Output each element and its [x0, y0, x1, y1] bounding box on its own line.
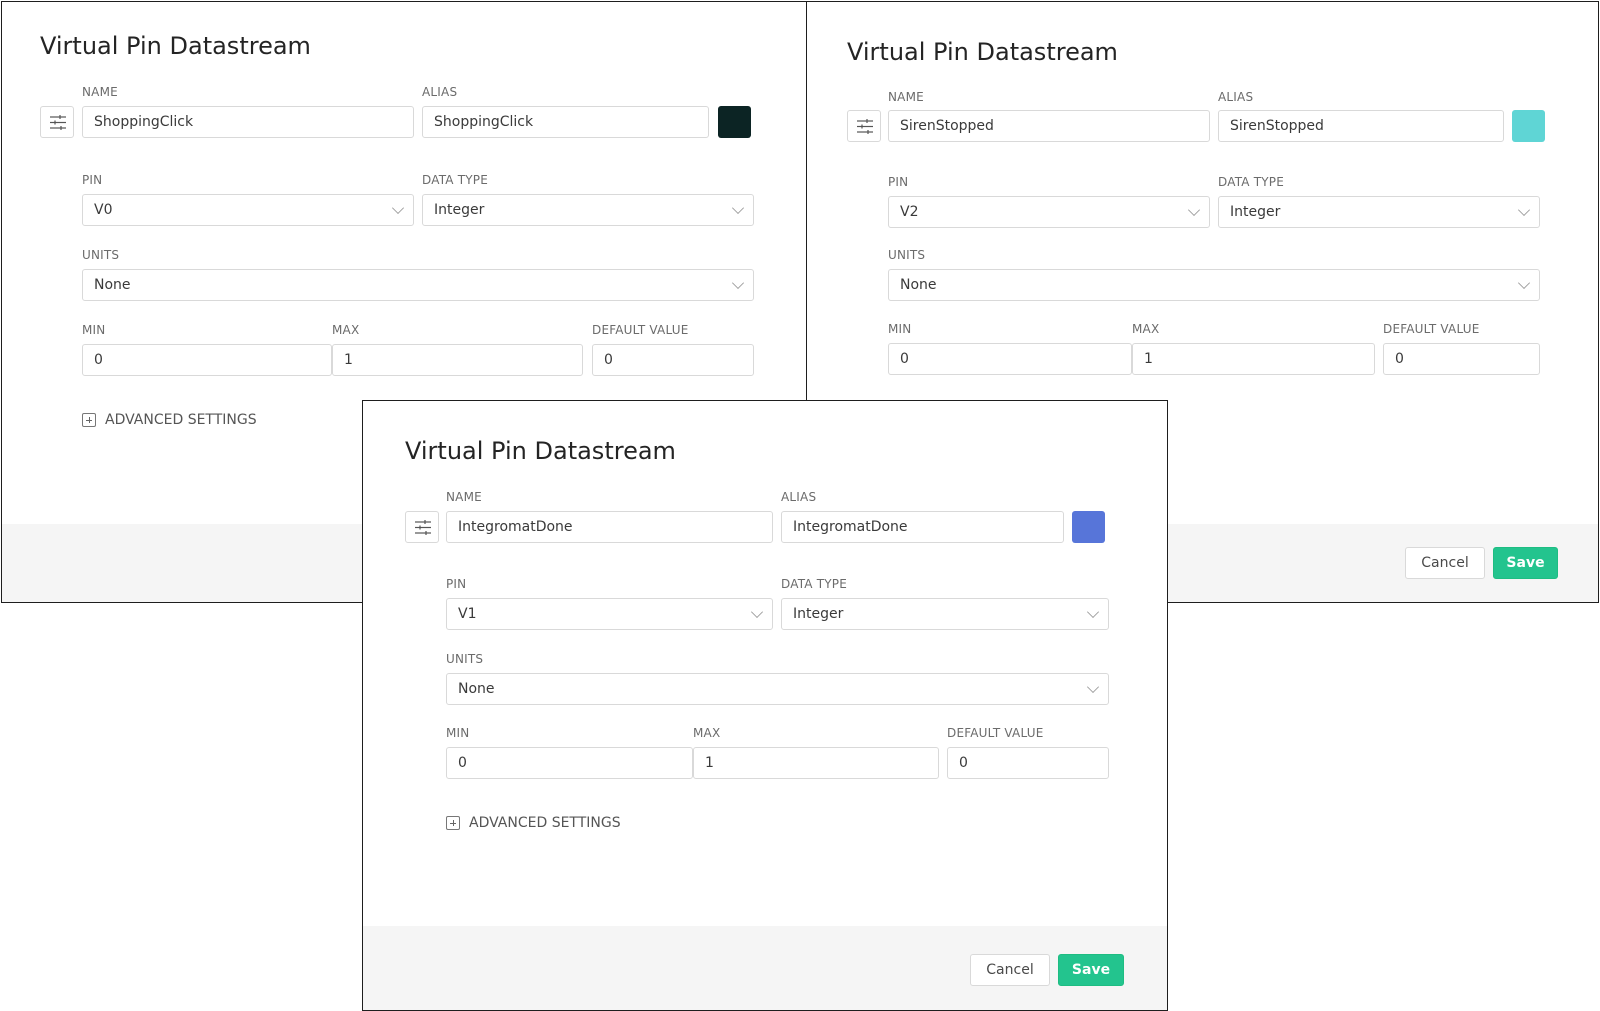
pin-select-value: V1 — [458, 606, 477, 622]
save-button[interactable]: Save — [1493, 547, 1558, 579]
name-label: NAME — [888, 90, 924, 104]
datatype-label: DATA TYPE — [781, 577, 848, 591]
chevron-down-icon — [1086, 605, 1100, 619]
units-label: UNITS — [888, 248, 926, 262]
chevron-down-icon — [750, 605, 764, 619]
chevron-down-icon — [1086, 680, 1100, 694]
min-input[interactable]: 0 — [446, 747, 693, 779]
advanced-settings-label: ADVANCED SETTINGS — [469, 815, 621, 831]
max-input[interactable]: 1 — [1132, 343, 1375, 375]
units-select-value: None — [900, 277, 937, 293]
pin-select[interactable]: V1 — [446, 598, 773, 630]
units-select-value: None — [458, 681, 495, 697]
datatype-select-value: Integer — [1230, 204, 1281, 220]
chevron-down-icon — [731, 276, 745, 290]
pin-label: PIN — [82, 173, 103, 187]
dialog-title: Virtual Pin Datastream — [40, 32, 311, 60]
cancel-button[interactable]: Cancel — [970, 954, 1050, 986]
advanced-settings-label: ADVANCED SETTINGS — [105, 412, 257, 428]
datatype-select[interactable]: Integer — [1218, 196, 1540, 228]
name-input[interactable]: ShoppingClick — [82, 106, 414, 138]
max-label: MAX — [693, 726, 721, 740]
plus-square-icon — [82, 413, 96, 427]
datatype-label: DATA TYPE — [1218, 175, 1285, 189]
default-value-label: DEFAULT VALUE — [947, 726, 1044, 740]
min-input[interactable]: 0 — [888, 343, 1132, 375]
alias-label: ALIAS — [422, 85, 458, 99]
default-value-input[interactable]: 0 — [592, 344, 754, 376]
default-value-label: DEFAULT VALUE — [1383, 322, 1480, 336]
chevron-down-icon — [1517, 276, 1531, 290]
units-select[interactable]: None — [446, 673, 1109, 705]
min-label: MIN — [446, 726, 470, 740]
chevron-down-icon — [1517, 203, 1531, 217]
units-select-value: None — [94, 277, 131, 293]
pin-label: PIN — [888, 175, 909, 189]
color-swatch-button[interactable] — [1512, 110, 1545, 142]
alias-input[interactable]: SirenStopped — [1218, 110, 1504, 142]
default-value-label: DEFAULT VALUE — [592, 323, 689, 337]
max-label: MAX — [1132, 322, 1160, 336]
alias-label: ALIAS — [781, 490, 817, 504]
units-select[interactable]: None — [888, 269, 1540, 301]
alias-label: ALIAS — [1218, 90, 1254, 104]
datastream-settings-button[interactable] — [847, 110, 881, 142]
pin-select-value: V2 — [900, 204, 919, 220]
max-label: MAX — [332, 323, 360, 337]
alias-input[interactable]: ShoppingClick — [422, 106, 709, 138]
min-label: MIN — [888, 322, 912, 336]
pin-label: PIN — [446, 577, 467, 591]
cancel-button[interactable]: Cancel — [1405, 547, 1485, 579]
screenshot-stage: Virtual Pin Datastream NAME ALIAS Shoppi… — [0, 0, 1600, 1011]
alias-input[interactable]: IntegromatDone — [781, 511, 1064, 543]
chevron-down-icon — [1187, 203, 1201, 217]
sliders-icon — [857, 119, 873, 134]
datastream-settings-button[interactable] — [40, 106, 74, 138]
max-input[interactable]: 1 — [693, 747, 939, 779]
plus-square-icon — [446, 816, 460, 830]
sliders-icon — [50, 115, 66, 130]
datastream-settings-button[interactable] — [405, 511, 439, 543]
name-label: NAME — [82, 85, 118, 99]
max-input[interactable]: 1 — [332, 344, 583, 376]
pin-select[interactable]: V0 — [82, 194, 414, 226]
dialog-title: Virtual Pin Datastream — [405, 437, 676, 465]
pin-select[interactable]: V2 — [888, 196, 1210, 228]
sliders-icon — [415, 520, 431, 535]
datatype-select-value: Integer — [793, 606, 844, 622]
datatype-select[interactable]: Integer — [422, 194, 754, 226]
datastream-dialog-integromatdone: Virtual Pin Datastream NAME ALIAS Integr… — [362, 400, 1168, 1011]
name-input[interactable]: IntegromatDone — [446, 511, 773, 543]
default-value-input[interactable]: 0 — [947, 747, 1109, 779]
chevron-down-icon — [731, 201, 745, 215]
datatype-select[interactable]: Integer — [781, 598, 1109, 630]
min-input[interactable]: 0 — [82, 344, 332, 376]
units-label: UNITS — [82, 248, 120, 262]
units-label: UNITS — [446, 652, 484, 666]
dialog-title: Virtual Pin Datastream — [847, 38, 1118, 66]
datatype-select-value: Integer — [434, 202, 485, 218]
pin-select-value: V0 — [94, 202, 113, 218]
datatype-label: DATA TYPE — [422, 173, 489, 187]
color-swatch-button[interactable] — [718, 106, 751, 138]
save-button[interactable]: Save — [1058, 954, 1124, 986]
name-input[interactable]: SirenStopped — [888, 110, 1210, 142]
color-swatch-button[interactable] — [1072, 511, 1105, 543]
name-label: NAME — [446, 490, 482, 504]
min-label: MIN — [82, 323, 106, 337]
chevron-down-icon — [391, 201, 405, 215]
default-value-input[interactable]: 0 — [1383, 343, 1540, 375]
units-select[interactable]: None — [82, 269, 754, 301]
